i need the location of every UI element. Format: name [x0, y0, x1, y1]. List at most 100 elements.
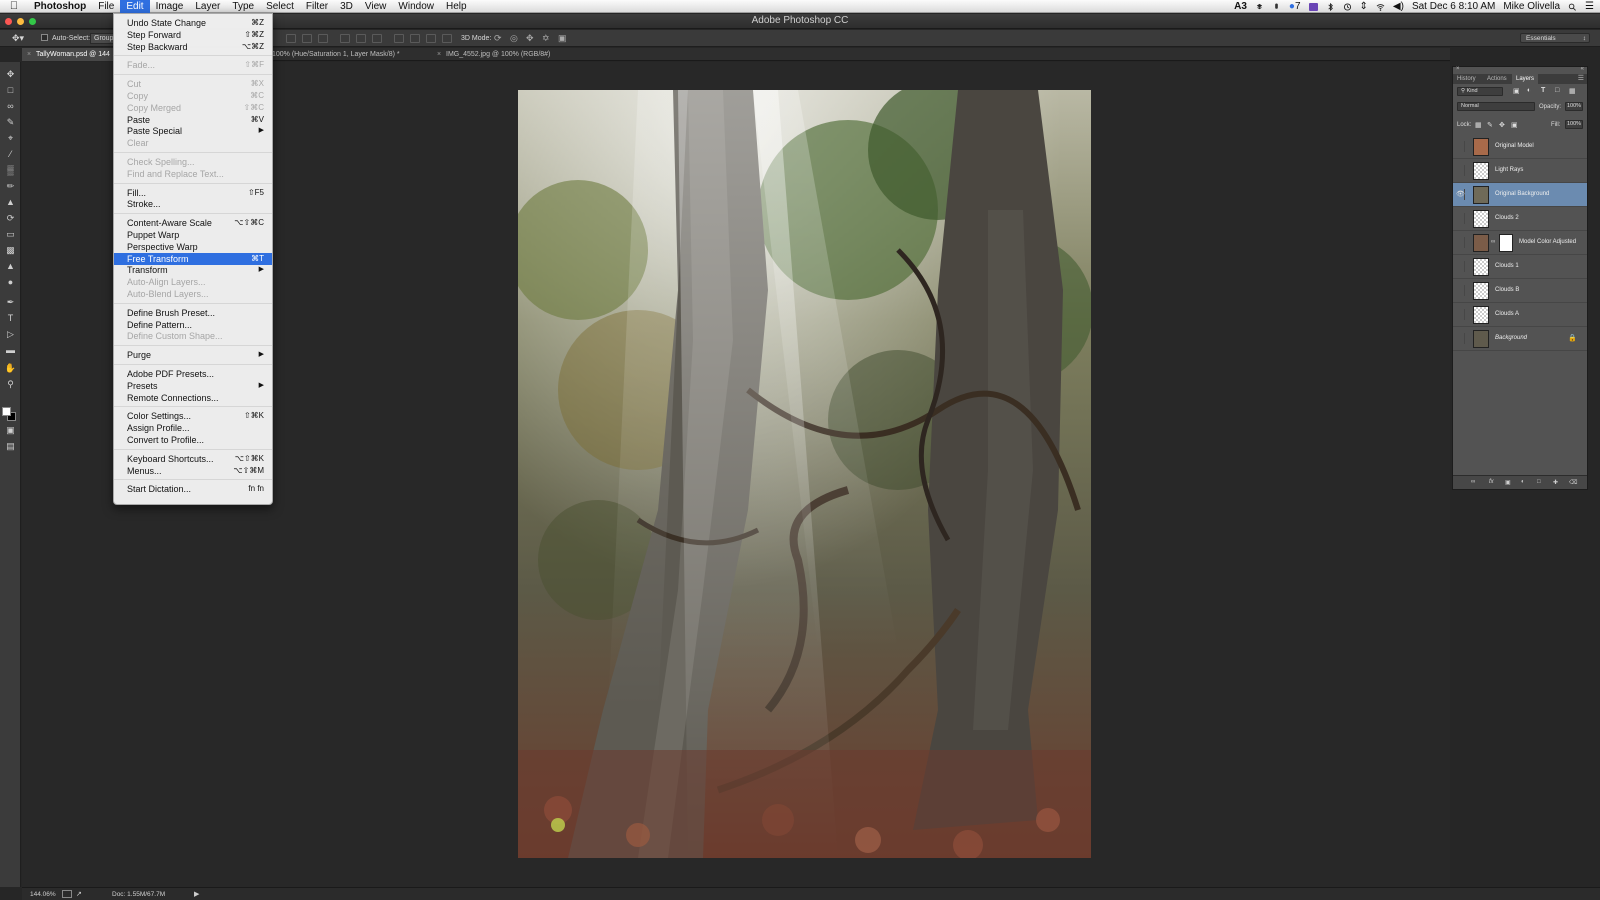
close-tab-icon[interactable]: × — [437, 48, 441, 61]
3d-pan-icon[interactable]: ✥ — [526, 33, 534, 44]
menu-item-purge[interactable]: Purge ▶ — [114, 349, 272, 361]
pen-icon[interactable]: ✒ — [4, 296, 17, 309]
menu-view[interactable]: View — [359, 0, 393, 13]
quick-mask-icon[interactable]: ▣ — [4, 424, 17, 437]
filter-kind-dropdown[interactable]: ⚲ Kind — [1457, 87, 1503, 96]
visibility-toggle[interactable] — [1456, 285, 1465, 296]
menu-app[interactable]: Photoshop — [28, 0, 92, 13]
menu-item-fill[interactable]: Fill... ⇧F5 — [114, 187, 272, 199]
shape-icon[interactable]: ▬ — [4, 344, 17, 357]
tab-layers[interactable]: Layers — [1512, 74, 1539, 84]
time-machine-icon[interactable] — [1343, 2, 1352, 11]
layer-clouds-a[interactable]: Clouds A — [1453, 303, 1587, 327]
tab-huesat[interactable]: 100% (Hue/Saturation 1, Layer Mask/8) * — [270, 48, 430, 61]
menu-type[interactable]: Type — [226, 0, 260, 13]
distribute-bottom-icon[interactable] — [372, 34, 382, 43]
3d-slide-icon[interactable]: ✡ — [542, 33, 550, 44]
distribute-left-icon[interactable] — [394, 34, 404, 43]
opacity-field[interactable]: 100% — [1565, 102, 1583, 111]
menu-item-stroke[interactable]: Stroke... — [114, 198, 272, 210]
airplay-icon[interactable]: ⇕ — [1360, 1, 1368, 12]
close-panel-icon[interactable]: × — [1456, 66, 1460, 72]
menu-item-content-aware-scale[interactable]: Content-Aware Scale ⌥⇧⌘C — [114, 217, 272, 229]
lock-image-icon[interactable]: ✎ — [1487, 121, 1493, 129]
distribute-right-icon[interactable] — [426, 34, 436, 43]
align-vcenter-icon[interactable] — [302, 34, 312, 43]
foreground-color-swatch[interactable] — [2, 407, 11, 416]
notification-center-icon[interactable]: ☰ — [1585, 1, 1594, 12]
stamp-icon[interactable]: ▲ — [4, 196, 17, 209]
user-name[interactable]: Mike Olivella — [1503, 1, 1560, 12]
layer-clouds-b[interactable]: Clouds B — [1453, 279, 1587, 303]
menu-item-transform[interactable]: Transform ▶ — [114, 264, 272, 276]
menu-select[interactable]: Select — [260, 0, 300, 13]
auto-align-icon[interactable] — [442, 34, 452, 43]
healing-icon[interactable]: ▒ — [4, 164, 17, 177]
panel-menu-icon[interactable]: ☰ — [1578, 74, 1584, 82]
align-bottom-icon[interactable] — [318, 34, 328, 43]
collapse-panel-icon[interactable]: « — [1581, 66, 1584, 72]
tab-tallywoman[interactable]: × TallyWoman.psd @ 144 — [22, 48, 118, 61]
gradient-icon[interactable]: ▩ — [4, 244, 17, 257]
quick-select-icon[interactable]: ✎ — [4, 116, 17, 129]
menu-image[interactable]: Image — [150, 0, 190, 13]
menu-item-define-pattern[interactable]: Define Pattern... — [114, 319, 272, 331]
dropbox-icon[interactable] — [1255, 3, 1264, 11]
distribute-hcenter-icon[interactable] — [410, 34, 420, 43]
layer-style-icon[interactable]: fx — [1489, 479, 1494, 485]
new-layer-icon[interactable]: ✚ — [1553, 479, 1558, 486]
tab-history[interactable]: History — [1453, 74, 1480, 84]
menu-item-free-transform[interactable]: Free Transform ⌘T — [114, 252, 272, 265]
layer-model-color-adjusted[interactable]: ∞ Model Color Adjusted — [1453, 231, 1587, 255]
distribute-vcenter-icon[interactable] — [356, 34, 366, 43]
workspace-switcher[interactable]: Essentials ↕ — [1520, 33, 1590, 43]
document-canvas[interactable] — [518, 90, 1091, 858]
visibility-toggle[interactable] — [1456, 333, 1465, 344]
spotlight-icon[interactable] — [1568, 3, 1577, 11]
share-icon[interactable] — [62, 890, 72, 898]
menu-help[interactable]: Help — [440, 0, 473, 13]
menu-filter[interactable]: Filter — [300, 0, 334, 13]
filter-pixel-icon[interactable]: ▣ — [1513, 87, 1520, 95]
distribute-top-icon[interactable] — [340, 34, 350, 43]
lock-all-icon[interactable]: ▣ — [1511, 121, 1518, 129]
lasso-icon[interactable]: ∞ — [4, 100, 17, 113]
display-icon[interactable] — [1308, 2, 1318, 11]
menu-item-step-backward[interactable]: Step Backward ⌥⌘Z — [114, 41, 272, 53]
adobe-status-icon[interactable]: A3 — [1234, 1, 1247, 12]
layer-clouds-1[interactable]: Clouds 1 — [1453, 255, 1587, 279]
zoom-icon[interactable]: ⚲ — [4, 378, 17, 391]
menu-edit[interactable]: Edit — [120, 0, 150, 13]
add-mask-icon[interactable]: ▣ — [1505, 479, 1511, 486]
visibility-toggle[interactable] — [1456, 309, 1465, 320]
filter-shape-icon[interactable]: □ — [1555, 87, 1559, 94]
menu-item-adobe-pdf-presets[interactable]: Adobe PDF Presets... — [114, 368, 272, 380]
visibility-toggle[interactable] — [1456, 261, 1465, 272]
type-icon[interactable]: T — [4, 312, 17, 325]
layer-background[interactable]: Background 🔒 — [1453, 327, 1587, 351]
menu-item-menus[interactable]: Menus... ⌥⇧⌘M — [114, 465, 272, 477]
lock-transparent-icon[interactable]: ▦ — [1475, 121, 1482, 129]
filter-smart-object-icon[interactable]: ▦ — [1569, 87, 1576, 95]
menu-item-step-forward[interactable]: Step Forward ⇧⌘Z — [114, 29, 272, 41]
new-group-icon[interactable]: □ — [1537, 479, 1541, 485]
blur-icon[interactable]: ▲ — [4, 260, 17, 273]
3d-rotate-icon[interactable]: ⟳ — [494, 33, 502, 44]
lock-position-icon[interactable]: ✥ — [1499, 121, 1505, 129]
mask-link-icon[interactable]: ∞ — [1491, 239, 1495, 245]
menu-file[interactable]: File — [92, 0, 120, 13]
auto-select-checkbox[interactable] — [41, 34, 48, 41]
fill-field[interactable]: 100% — [1565, 120, 1583, 129]
menu-item-paste[interactable]: Paste ⌘V — [114, 114, 272, 126]
brush-icon[interactable]: ✏ — [4, 180, 17, 193]
visibility-toggle[interactable] — [1456, 237, 1465, 248]
visibility-toggle[interactable] — [1456, 141, 1465, 152]
menu-window[interactable]: Window — [392, 0, 440, 13]
layer-original-model[interactable]: Original Model — [1453, 135, 1587, 159]
layer-clouds-2[interactable]: Clouds 2 — [1453, 207, 1587, 231]
3d-roll-icon[interactable]: ◎ — [510, 33, 518, 44]
trash-icon[interactable]: ⌫ — [1569, 479, 1577, 486]
export-icon[interactable]: ↗ — [76, 890, 82, 898]
menu-item-remote-connections[interactable]: Remote Connections... — [114, 392, 272, 404]
zoom-level[interactable]: 144.06% — [30, 891, 56, 898]
